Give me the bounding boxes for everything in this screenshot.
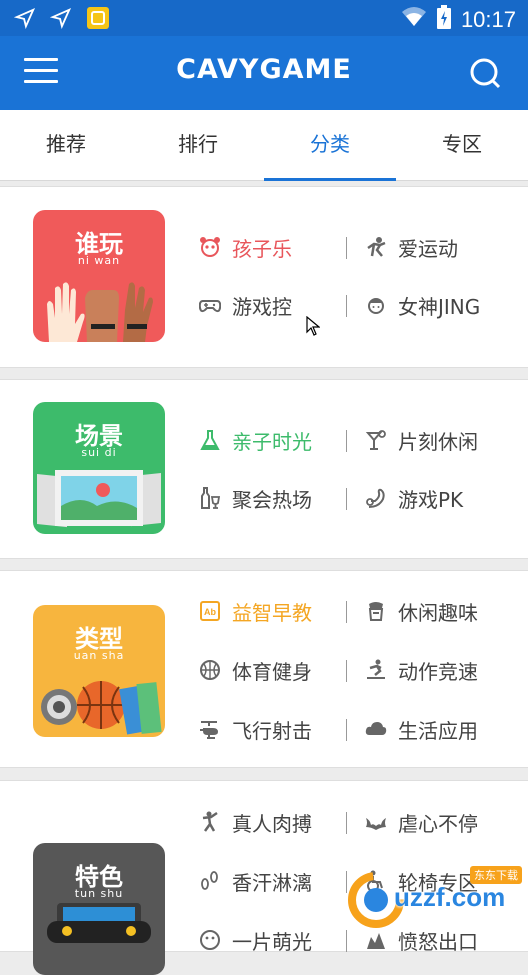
basketball-icon [198,658,222,682]
gamepad-icon [198,293,222,317]
category-item[interactable]: 香汗淋漓 [198,866,312,896]
divider [346,237,347,259]
status-bar: 10:17 [0,0,528,36]
smile-icon [198,928,222,952]
raised-hands-icon [47,282,153,342]
app-bar: CAVYGAME [0,36,528,110]
svg-text:Ab: Ab [204,607,216,617]
watermark-tag: 东东下载 [470,866,522,884]
category-card-who: 谁玩 ni wan 孩子乐 爱运动 游戏控 女神JING [0,186,528,368]
category-item[interactable]: 休闲趣味 [364,596,478,626]
divider [346,601,347,623]
category-item[interactable]: 孩子乐 [198,232,292,262]
category-card-scene: 场景 sui di 亲子时光 片刻休闲 聚会热场 游戏PK [0,379,528,559]
divider [346,295,347,317]
watermark-logo: uzzf.com 东东下载 [346,866,526,936]
cup-icon [364,599,388,623]
category-item[interactable]: 游戏PK [364,483,463,513]
category-item[interactable]: 女神JING [364,290,480,320]
category-item[interactable]: 一片萌光 [198,925,312,955]
category-item[interactable]: 聚会热场 [198,483,312,513]
tab-recommend[interactable]: 推荐 [0,110,132,180]
panda-icon [198,235,222,259]
tab-bar: 推荐 排行 分类 专区 [0,110,528,181]
girl-icon [364,293,388,317]
send-icon [13,7,36,33]
send-icon [49,7,72,33]
bat-icon [364,810,388,834]
category-card-type: 类型 uan sha Ab 益智早教 休闲趣味 体育健身 动作竞速 飞行射击 生… [0,570,528,768]
divider [346,488,347,510]
skater-icon [364,658,388,682]
joystick-icon [364,486,388,510]
watermark-text: uzzf.com [394,882,506,912]
category-item[interactable]: 片刻休闲 [364,425,478,455]
cocktail-icon [364,428,388,452]
fighter-icon [198,810,222,834]
battery-charging-icon [436,5,451,35]
category-item[interactable]: 亲子时光 [198,425,312,455]
category-thumb-feature[interactable]: 特色 tun shu [33,843,165,975]
category-item[interactable]: 爱运动 [364,232,458,262]
divider [346,430,347,452]
category-item[interactable]: 虐心不停 [364,807,478,837]
category-item[interactable]: 动作竞速 [364,655,478,685]
divider [346,660,347,682]
mouse-cursor-icon [306,315,321,340]
tab-zone[interactable]: 专区 [396,110,528,180]
category-item[interactable]: 真人肉搏 [198,807,312,837]
category-item[interactable]: 生活应用 [364,714,478,744]
helicopter-icon [198,717,222,741]
photo-stack-icon [37,470,161,528]
runner-icon [364,235,388,259]
category-thumb-scene[interactable]: 场景 sui di [33,402,165,534]
category-item[interactable]: 飞行射击 [198,714,312,744]
clock: 10:17 [460,7,516,32]
tab-ranking[interactable]: 排行 [132,110,264,180]
search-icon[interactable] [468,56,502,90]
app-title: CAVYGAME [176,54,352,85]
sports-items-icon [41,681,162,735]
tab-category[interactable]: 分类 [264,110,396,181]
category-thumb-who[interactable]: 谁玩 ni wan [33,210,165,342]
game-console-icon [47,903,151,943]
wifi-icon [401,6,427,34]
flask-icon [198,428,222,452]
category-item[interactable]: Ab 益智早教 [198,596,312,626]
divider [346,812,347,834]
abc-book-icon: Ab [198,599,222,623]
drinks-icon [198,486,222,510]
category-item[interactable]: 体育健身 [198,655,312,685]
footprints-icon [198,869,222,893]
notification-app-icon [86,6,110,34]
category-thumb-type[interactable]: 类型 uan sha [33,605,165,737]
cloud-icon [364,717,388,741]
category-item[interactable]: 游戏控 [198,290,292,320]
divider [346,719,347,741]
